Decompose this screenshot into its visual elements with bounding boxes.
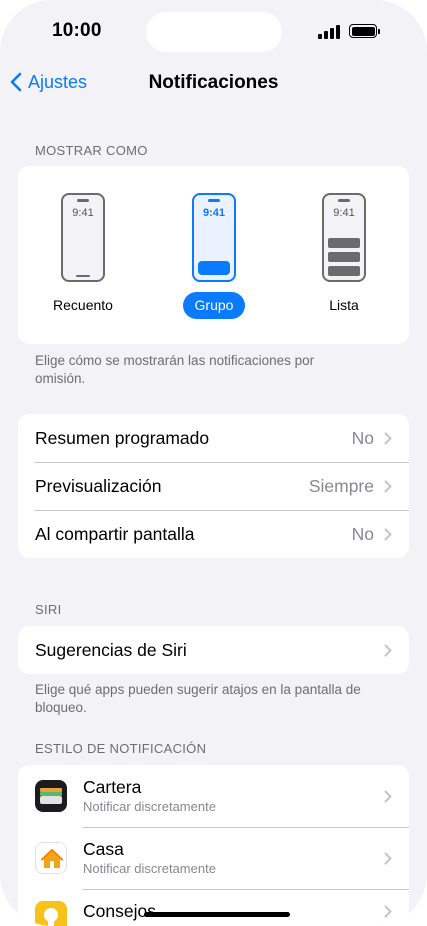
chevron-right-icon bbox=[384, 644, 392, 656]
row-value: Siempre bbox=[308, 475, 374, 496]
row-screen-sharing[interactable]: Al compartir pantalla No bbox=[18, 510, 409, 558]
display-style-card: 9:41 Recuento 9:41 Grupo 9:41 Lista bbox=[18, 166, 409, 344]
home-icon bbox=[35, 842, 67, 874]
style-option-group[interactable]: 9:41 Grupo bbox=[154, 166, 274, 344]
phone-list-icon: 9:41 bbox=[322, 193, 366, 282]
app-row-wallet[interactable]: Cartera Notificar discretamente bbox=[18, 765, 409, 827]
row-siri-suggestions[interactable]: Sugerencias de Siri bbox=[18, 626, 409, 674]
wallet-icon bbox=[35, 780, 67, 812]
style-option-label: Recuento bbox=[53, 297, 113, 313]
row-label: Previsualización bbox=[35, 475, 162, 496]
row-label: Al compartir pantalla bbox=[35, 523, 195, 544]
dynamic-island bbox=[146, 12, 282, 52]
phone-clock: 9:41 bbox=[333, 207, 355, 219]
siri-card: Sugerencias de Siri bbox=[18, 626, 409, 674]
style-option-label: Grupo bbox=[182, 292, 246, 319]
style-option-label: Lista bbox=[329, 297, 359, 313]
app-subtitle: Notificar discretamente bbox=[83, 798, 216, 814]
style-option-list[interactable]: 9:41 Lista bbox=[284, 166, 404, 344]
row-scheduled-summary[interactable]: Resumen programado No bbox=[18, 414, 409, 462]
battery-icon bbox=[349, 24, 377, 38]
home-indicator[interactable] bbox=[144, 912, 290, 917]
row-label: Sugerencias de Siri bbox=[35, 639, 187, 660]
app-row-home[interactable]: Casa Notificar discretamente bbox=[18, 827, 409, 889]
display-style-header: MOSTRAR COMO bbox=[35, 143, 148, 158]
chevron-right-icon bbox=[384, 528, 392, 540]
phone-count-icon: 9:41 bbox=[61, 193, 105, 282]
phone-clock: 9:41 bbox=[72, 207, 94, 219]
status-time: 10:00 bbox=[52, 20, 102, 41]
chevron-right-icon bbox=[384, 852, 392, 864]
app-subtitle: Notificar discretamente bbox=[83, 860, 216, 876]
app-row-tips[interactable]: Consejos bbox=[18, 889, 409, 926]
siri-header: SIRI bbox=[35, 602, 62, 617]
row-value: No bbox=[351, 523, 374, 544]
display-style-footnote: Elige cómo se mostrarán las notificacion… bbox=[35, 353, 315, 386]
tips-icon bbox=[35, 901, 67, 926]
general-settings-card: Resumen programado No Previsualización S… bbox=[18, 414, 409, 558]
page-title: Notificaciones bbox=[148, 72, 279, 93]
notification-style-header: ESTILO DE NOTIFICACIÓN bbox=[35, 741, 207, 756]
siri-footnote: Elige qué apps pueden sugerir atajos en … bbox=[35, 682, 361, 715]
chevron-right-icon bbox=[384, 905, 392, 918]
phone-group-icon: 9:41 bbox=[192, 193, 236, 282]
battery-tip bbox=[378, 29, 380, 34]
row-label: Resumen programado bbox=[35, 427, 210, 448]
app-name: Casa bbox=[83, 838, 124, 859]
chevron-right-icon bbox=[384, 480, 392, 492]
phone-clock: 9:41 bbox=[202, 207, 226, 219]
app-list-card: Cartera Notificar discretamente Casa Not… bbox=[18, 765, 409, 926]
style-option-count[interactable]: 9:41 Recuento bbox=[23, 166, 143, 344]
settings-screen: 10:00 Ajustes Notificaciones MOSTRAR COM… bbox=[0, 0, 427, 926]
app-name: Cartera bbox=[83, 776, 142, 797]
cellular-signal-icon bbox=[318, 25, 342, 39]
row-value: No bbox=[351, 427, 374, 448]
row-show-previews[interactable]: Previsualización Siempre bbox=[18, 462, 409, 510]
chevron-right-icon bbox=[384, 790, 392, 802]
chevron-right-icon bbox=[384, 432, 392, 444]
